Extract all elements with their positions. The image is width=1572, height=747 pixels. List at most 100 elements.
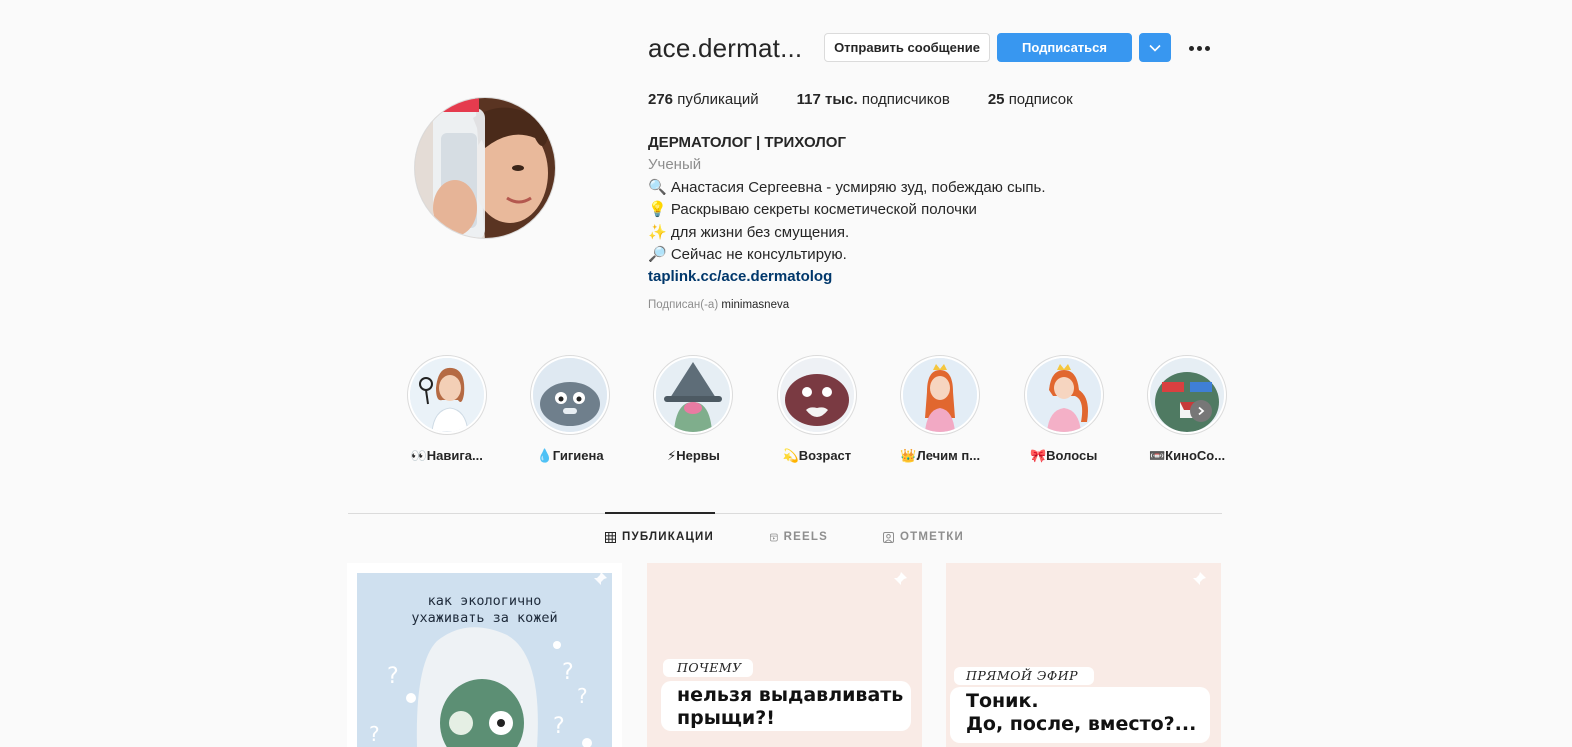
reels-icon — [770, 533, 778, 541]
highlight-label: 📼КиноСо... — [1149, 448, 1226, 463]
3d-glasses-character-icon — [1150, 358, 1225, 432]
post-tile[interactable]: ПОЧЕМУ нельзя выдавливать прыщи?! — [647, 563, 922, 747]
highlight-label: ⚡Нервы — [667, 448, 720, 463]
more-options-button[interactable] — [1185, 38, 1213, 58]
highlight-cover — [533, 358, 608, 432]
following-stat[interactable]: 25 подписок — [988, 91, 1073, 108]
old-virus-character-icon — [779, 358, 854, 432]
tab-reels[interactable]: REELS — [770, 531, 828, 543]
post-tile[interactable]: ПРЯМОЙ ЭФИР Тоник. До, после, вместо?... — [946, 563, 1221, 747]
post-caption-big: Тоник. — [966, 690, 1039, 712]
profile-stats: 276 публикаций 117 тыс. подписчиков 25 п… — [648, 91, 1111, 108]
pinned-post-icon — [594, 572, 607, 585]
highlights-next-button[interactable] — [1190, 400, 1212, 422]
highlight-item[interactable]: 🎀Волосы — [1002, 355, 1125, 464]
followers-label: подписчиков — [861, 91, 950, 108]
highlight-cover-ring — [406, 355, 487, 435]
tab-tagged[interactable]: ОТМЕТКИ — [883, 531, 964, 543]
post-caption-small: ПРЯМОЙ ЭФИР — [966, 668, 1079, 683]
following-count: 25 — [987, 91, 1005, 108]
highlight-cover — [409, 358, 484, 432]
highlight-item[interactable]: 💫Возраст — [755, 355, 878, 464]
highlight-cover — [779, 358, 854, 432]
posts-label: публикаций — [677, 91, 759, 108]
bio-line: 💡 Раскрываю секреты косметической полочк… — [648, 201, 977, 219]
post-caption-big: До, после, вместо?... — [966, 713, 1197, 735]
followed-by-prefix: Подписан(-а) — [648, 299, 719, 311]
highlight-item[interactable]: ⚡Нервы — [632, 355, 755, 464]
pinned-post-icon — [1193, 572, 1206, 585]
pinned-post-icon — [894, 572, 907, 585]
highlight-cover-ring — [900, 355, 981, 435]
braid-princess-icon — [1026, 358, 1101, 432]
highlight-cover — [903, 358, 978, 432]
virus-character-icon — [533, 358, 608, 432]
highlight-label: 👀Навига... — [410, 448, 483, 463]
princess-character-icon — [903, 358, 978, 432]
highlight-label: 💧Гигиена — [536, 448, 604, 463]
send-message-button[interactable]: Отправить сообщение — [824, 33, 990, 62]
highlight-cover — [1150, 358, 1225, 432]
bio-line: ✨ для жизни без смущения. — [648, 223, 850, 241]
chevron-down-icon — [1149, 44, 1161, 52]
highlight-cover — [1026, 358, 1101, 432]
bio-website-link[interactable]: taplink.cc/ace.dermatolog — [648, 266, 1046, 288]
post-caption-big: нельзя выдавливать — [677, 684, 904, 706]
face-mask-illustration-icon: ? ? ? ? ? — [369, 627, 592, 747]
tab-posts[interactable]: ПУБЛИКАЦИИ — [605, 531, 715, 543]
profile-tabs: ПУБЛИКАЦИИ REELS ОТМЕТКИ — [605, 531, 964, 543]
highlight-item[interactable]: 👀Навига... — [385, 355, 508, 464]
profile-bio: ДЕРМАТОЛОГ | ТРИХОЛОГ Ученый 🔍 Анастасия… — [648, 132, 1046, 289]
profile-full-name: ДЕРМАТОЛОГ | ТРИХОЛОГ — [648, 134, 846, 151]
posts-count-stat: 276 публикаций — [648, 91, 759, 108]
svg-text:?: ? — [577, 684, 588, 708]
highlight-cover — [656, 358, 731, 432]
highlight-cover-ring — [653, 355, 734, 435]
dot-icon — [1188, 45, 1194, 51]
suggested-dropdown-button[interactable] — [1139, 33, 1171, 62]
post-caption-small: ПОЧЕМУ — [677, 660, 742, 675]
tab-label: REELS — [783, 531, 828, 543]
svg-text:?: ? — [562, 660, 574, 685]
doctor-illustration-icon — [409, 358, 484, 432]
tab-label: ПУБЛИКАЦИИ — [622, 531, 714, 543]
active-tab-indicator — [605, 512, 715, 514]
follow-button[interactable]: Подписаться — [997, 33, 1132, 62]
post-tile[interactable]: как экологично ухаживать за кожей ? ? ? … — [347, 563, 622, 747]
highlight-item[interactable]: 💧Гигиена — [508, 355, 631, 464]
dot-icon — [1196, 45, 1202, 51]
profile-avatar[interactable] — [414, 97, 556, 239]
tabs-divider — [348, 513, 1222, 514]
highlight-cover-ring — [1023, 355, 1104, 435]
svg-text:?: ? — [553, 714, 565, 739]
highlight-item[interactable]: 👑Лечим п... — [879, 355, 1002, 464]
highlight-item[interactable]: 📼КиноСо... — [1125, 355, 1248, 464]
wizard-character-icon — [656, 358, 731, 432]
chevron-right-icon — [1198, 406, 1205, 416]
highlight-cover-ring — [530, 355, 611, 435]
highlight-cover-ring — [1147, 355, 1228, 435]
tagged-icon — [883, 531, 894, 543]
highlight-label: 👑Лечим п... — [900, 448, 981, 463]
following-label: подписок — [1008, 91, 1073, 108]
svg-text:?: ? — [369, 722, 380, 746]
post-caption-big: прыщи?! — [677, 707, 775, 729]
posts-count: 276 — [648, 91, 674, 108]
profile-username: ace.dermat... — [648, 33, 803, 63]
dot-icon — [1204, 45, 1210, 51]
avatar-photo — [415, 98, 555, 238]
grid-icon — [605, 531, 616, 543]
bio-line: 🔎 Сейчас не консультирую. — [648, 246, 847, 264]
highlight-cover-ring — [776, 355, 857, 435]
followed-by-user[interactable]: minimasneva — [721, 299, 789, 311]
followers-stat[interactable]: 117 тыс. подписчиков — [797, 91, 950, 108]
followed-by-note[interactable]: Подписан(-а) minimasneva — [648, 299, 789, 311]
followers-count: 117 тыс. — [796, 91, 858, 108]
post-image: как экологично ухаживать за кожей ? ? ? … — [357, 573, 612, 747]
bio-line: 🔍 Анастасия Сергеевна - усмиряю зуд, поб… — [648, 178, 1046, 196]
tab-label: ОТМЕТКИ — [900, 531, 964, 543]
profile-category: Ученый — [648, 156, 702, 174]
highlight-label: 💫Возраст — [782, 448, 852, 463]
svg-text:?: ? — [387, 664, 399, 689]
highlight-label: 🎀Волосы — [1029, 448, 1098, 463]
